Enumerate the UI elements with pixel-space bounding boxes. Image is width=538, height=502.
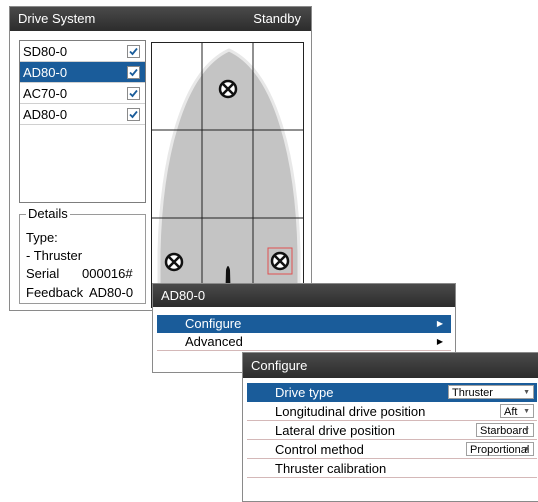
row-label: Longitudinal drive position: [275, 404, 426, 419]
status-label: Standby: [253, 11, 301, 26]
type-label: Type:: [26, 230, 58, 245]
device-menu-titlebar: AD80-0: [153, 284, 455, 307]
menu-item-configure[interactable]: Configure ▶: [157, 315, 451, 333]
chevron-right-icon: ▶: [436, 337, 443, 346]
checkmark-icon: [129, 68, 138, 77]
caret-down-icon: ▼: [523, 389, 530, 396]
list-item[interactable]: AC70-0: [20, 83, 145, 104]
config-row-lateral[interactable]: Lateral drive position Starboard ▼: [247, 421, 537, 440]
serial-value: 000016#: [82, 266, 133, 281]
control-method-dropdown[interactable]: Proportional ▼: [466, 442, 534, 456]
config-row-drive-type[interactable]: Drive type Thruster ▼: [247, 383, 537, 402]
drive-type-dropdown[interactable]: Thruster ▼: [448, 385, 534, 399]
drive-system-titlebar: Drive System Standby: [10, 7, 311, 31]
menu-item-label: Advanced: [185, 334, 243, 349]
drive-marker-port-icon: [164, 252, 184, 272]
details-panel: Details Type: - Thruster Serial 000016# …: [19, 206, 146, 304]
device-name: AC70-0: [23, 86, 68, 101]
row-label: Thruster calibration: [275, 461, 387, 476]
drive-marker-bow-icon: [218, 79, 238, 99]
details-legend: Details: [26, 206, 70, 221]
feedback-value: AD80-0: [89, 285, 134, 300]
caret-down-icon: ▼: [523, 427, 530, 434]
row-label: Drive type: [275, 385, 334, 400]
feedback-label: Feedback: [26, 285, 84, 300]
device-menu-title: AD80-0: [161, 288, 206, 303]
menu-item-advanced[interactable]: Advanced ▶: [157, 333, 451, 351]
device-checkbox[interactable]: [127, 108, 140, 121]
row-label: Control method: [275, 442, 364, 457]
drive-system-window: Drive System Standby SD80-0 AD80-0 AC70-…: [9, 6, 312, 311]
dropdown-value: Starboard: [480, 425, 529, 437]
serial-label: Serial: [26, 266, 60, 281]
longitudinal-dropdown[interactable]: Aft ▼: [500, 404, 534, 418]
checkmark-icon: [129, 89, 138, 98]
dropdown-value: Proportional: [470, 444, 530, 456]
row-label: Lateral drive position: [275, 423, 395, 438]
window-title: Drive System: [18, 11, 96, 26]
dropdown-value: Thruster: [452, 387, 493, 399]
list-item[interactable]: AD80-0: [20, 104, 145, 125]
device-name: AD80-0: [23, 107, 68, 122]
list-item[interactable]: SD80-0: [20, 41, 145, 62]
chevron-right-icon: ▶: [436, 319, 443, 328]
checkmark-icon: [129, 47, 138, 56]
config-row-thruster-calibration[interactable]: Thruster calibration: [247, 459, 537, 478]
device-checkbox[interactable]: [127, 45, 140, 58]
caret-down-icon: ▼: [523, 446, 530, 453]
dropdown-value: Aft: [504, 406, 518, 418]
device-list[interactable]: SD80-0 AD80-0 AC70-0 AD80-0: [19, 40, 146, 203]
device-name: AD80-0: [23, 65, 68, 80]
configure-titlebar: Configure: [243, 353, 538, 378]
configure-dialog: Configure Drive type Thruster ▼ Longitud…: [242, 352, 538, 502]
config-row-control-method[interactable]: Control method Proportional ▼: [247, 440, 537, 459]
boat-drive-diagram: [151, 42, 304, 308]
caret-down-icon: ▼: [523, 408, 530, 415]
list-item[interactable]: AD80-0: [20, 62, 145, 83]
lateral-dropdown[interactable]: Starboard ▼: [476, 423, 534, 437]
device-checkbox[interactable]: [127, 87, 140, 100]
device-name: SD80-0: [23, 44, 68, 59]
checkmark-icon: [129, 110, 138, 119]
device-checkbox[interactable]: [127, 66, 140, 79]
config-row-longitudinal[interactable]: Longitudinal drive position Aft ▼: [247, 402, 537, 421]
menu-item-label: Configure: [185, 316, 242, 331]
type-value: - Thruster: [26, 248, 83, 263]
configure-title: Configure: [251, 358, 308, 373]
